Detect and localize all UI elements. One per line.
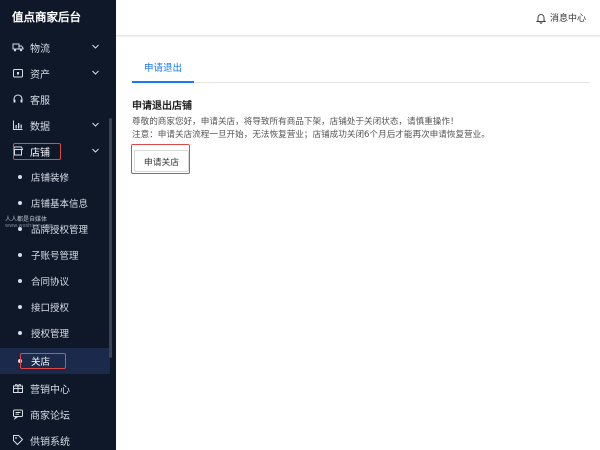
sidebar-item-data[interactable]: 数据 <box>0 112 116 138</box>
sidebar-item-label: 物流 <box>30 43 50 55</box>
section-title: 申请退出店铺 <box>132 101 192 112</box>
sidebar-subitem-label: 合同协议 <box>31 277 70 288</box>
sidebar-subitem-label: 接口授权 <box>31 303 70 314</box>
tab-apply-exit[interactable]: 申请退出 <box>132 59 195 83</box>
bar-chart-icon <box>12 119 24 131</box>
bullet-dot <box>18 175 22 179</box>
sidebar-item-label: 商家论坛 <box>30 410 70 422</box>
watermark-text: 人人都是自媒体 <box>5 216 48 223</box>
sidebar-item-label: 店铺 <box>30 147 50 159</box>
top-header: 消息中心 <box>116 0 600 36</box>
sidebar-item-label: 供销系统 <box>30 436 70 448</box>
sidebar-item-label: 客服 <box>30 95 50 107</box>
sidebar-item-store[interactable]: 店铺 <box>0 138 116 164</box>
forum-icon <box>12 408 24 420</box>
sidebar-subitem-store-info[interactable]: 店铺基本信息 <box>0 190 116 216</box>
sidebar-item-customer-service[interactable]: 客服 <box>0 86 116 112</box>
headset-icon <box>12 93 24 105</box>
sidebar: 值点商家后台 物流 资产 客服 数据 店铺 店铺装修 店铺基本信息 品牌授权管理… <box>0 0 116 450</box>
gift-icon <box>12 382 24 394</box>
watermark-url: www.woshipm.com <box>5 223 54 229</box>
chevron-down-icon <box>91 120 100 129</box>
tag-icon <box>12 434 24 446</box>
sidebar-subitem-label: 授权管理 <box>31 329 70 340</box>
bullet-dot <box>18 305 22 309</box>
sidebar-scrollbar[interactable] <box>109 118 112 358</box>
tab-bar: 申请退出 <box>132 59 590 83</box>
sidebar-subitem-close-store[interactable]: 关店 <box>0 348 110 374</box>
notice-text: 注意：申请关店流程一旦开始，无法恢复营业；店铺成功关闭6个月后才能再次申请恢复营… <box>132 130 490 140</box>
bullet-dot <box>18 279 22 283</box>
sidebar-subitem-contracts[interactable]: 合同协议 <box>0 268 116 294</box>
bullet-dot <box>18 359 22 363</box>
chevron-down-icon <box>91 42 100 51</box>
sidebar-subitem-label: 店铺装修 <box>31 173 70 184</box>
message-center-label: 消息中心 <box>549 14 586 24</box>
sidebar-item-assets[interactable]: 资产 <box>0 60 116 86</box>
store-icon <box>12 145 24 157</box>
sidebar-subitem-sub-accounts[interactable]: 子账号管理 <box>0 242 116 268</box>
sidebar-item-marketing[interactable]: 营销中心 <box>0 375 116 401</box>
bell-icon <box>535 12 547 24</box>
sidebar-item-logistics[interactable]: 物流 <box>0 34 116 60</box>
main-content: 申请退出 申请退出店铺 尊敬的商家您好，申请关店，将导致所有商品下架，店铺处于关… <box>116 37 600 450</box>
bullet-dot <box>18 201 22 205</box>
sidebar-subitem-store-decoration[interactable]: 店铺装修 <box>0 164 116 190</box>
sidebar-subitem-authorization-management[interactable]: 授权管理 <box>0 320 116 346</box>
truck-icon <box>12 41 24 53</box>
watermark: 人人都是自媒体 www.woshipm.com <box>5 216 53 230</box>
bullet-dot <box>18 253 22 257</box>
warning-text: 尊敬的商家您好，申请关店，将导致所有商品下架，店铺处于关闭状态，请慎重操作！ <box>132 117 459 127</box>
sidebar-item-label: 数据 <box>30 121 50 133</box>
sidebar-subitem-label: 关店 <box>31 357 51 368</box>
message-center-button[interactable]: 消息中心 <box>535 11 586 24</box>
sidebar-item-label: 资产 <box>30 69 50 81</box>
sidebar-item-merchant-forum[interactable]: 商家论坛 <box>0 401 116 427</box>
chevron-up-icon <box>91 146 100 155</box>
sidebar-subitem-api-authorization[interactable]: 接口授权 <box>0 294 116 320</box>
bullet-dot <box>18 331 22 335</box>
sidebar-item-supply-system[interactable]: 供销系统 <box>0 427 116 450</box>
apply-close-store-button[interactable]: 申请关店 <box>134 150 189 172</box>
sidebar-subitem-label: 店铺基本信息 <box>31 199 89 210</box>
chevron-down-icon <box>91 68 100 77</box>
sidebar-item-label: 营销中心 <box>30 384 70 396</box>
wallet-icon <box>12 67 24 79</box>
sidebar-subitem-label: 子账号管理 <box>31 251 79 262</box>
sidebar-title: 值点商家后台 <box>12 10 81 24</box>
